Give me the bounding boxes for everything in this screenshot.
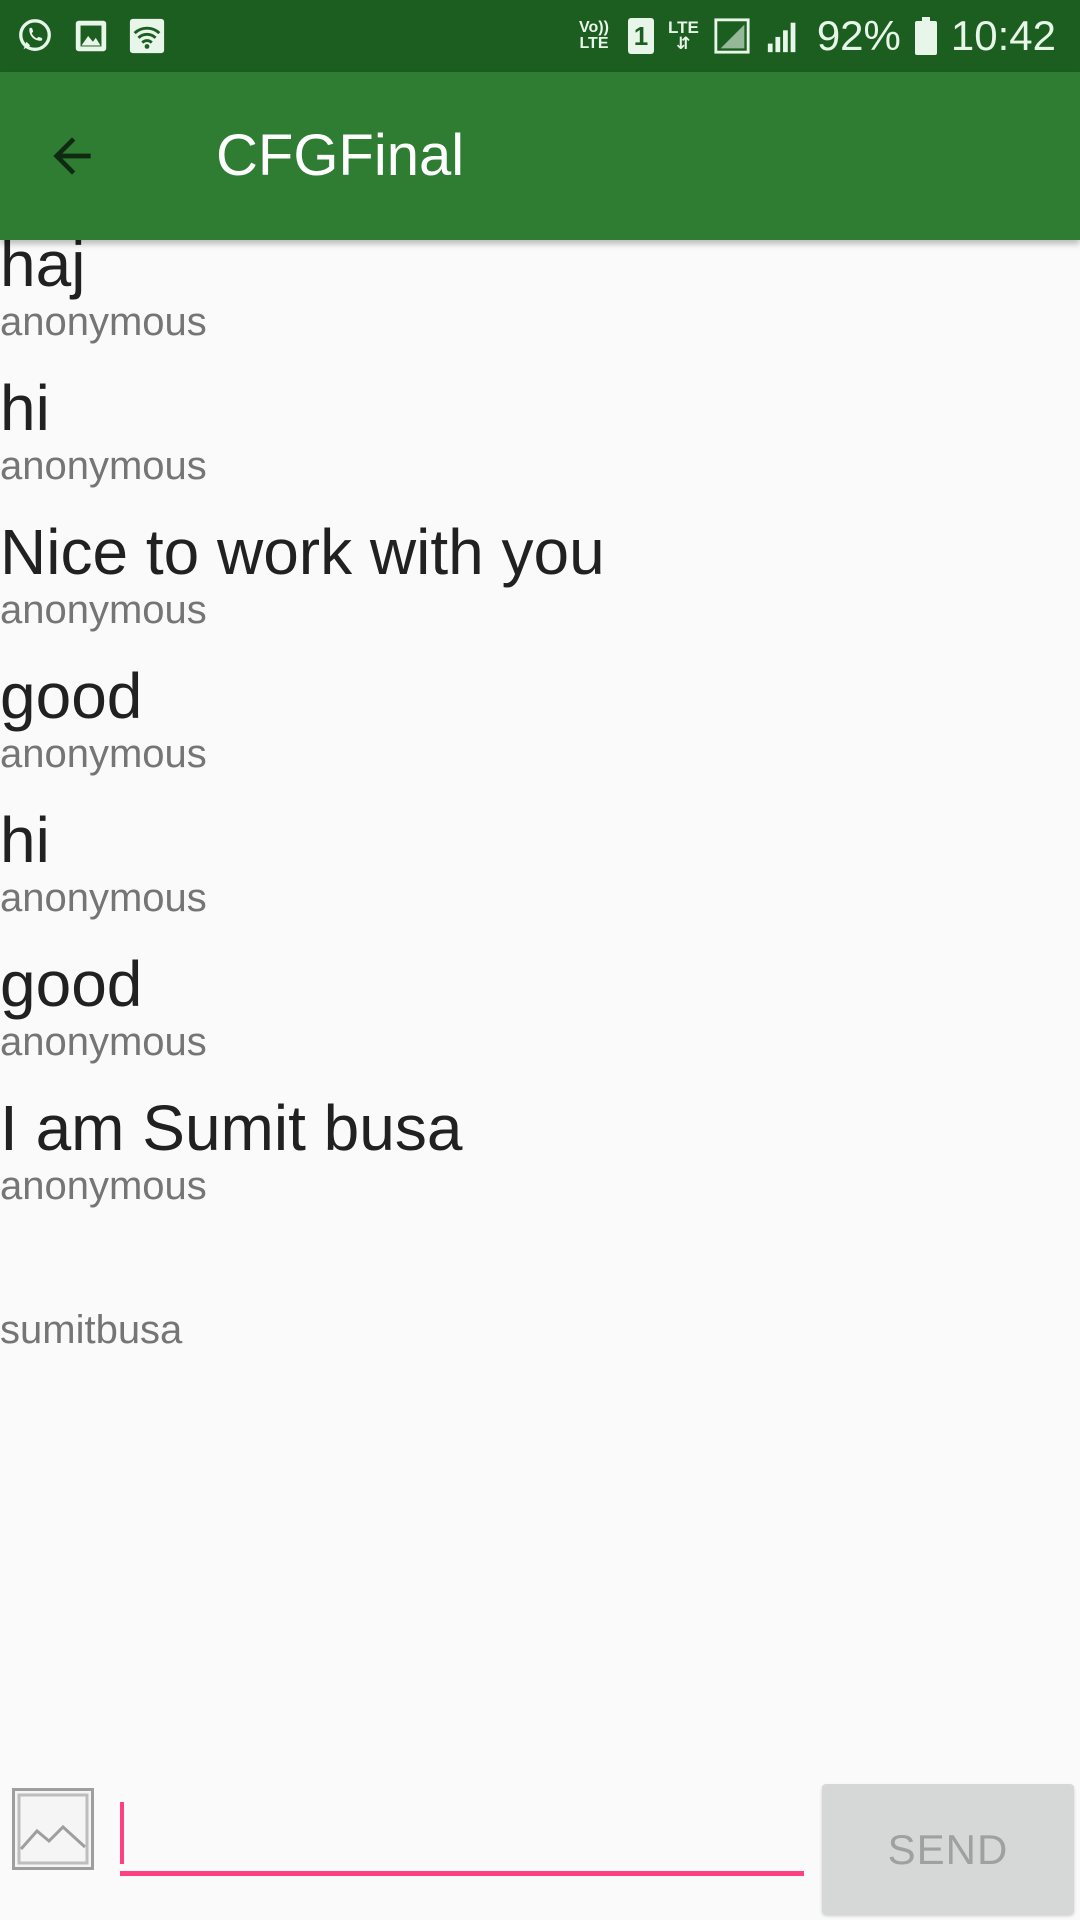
sim-slot-badge: 1 — [627, 18, 654, 54]
message-composer: SEND — [0, 1770, 1080, 1920]
message-text: good — [0, 948, 143, 1020]
send-button[interactable]: SEND — [822, 1784, 1074, 1914]
list-item: I am Sumit busa anonymous — [0, 1092, 1080, 1208]
list-item: Nice to work with you anonymous — [0, 516, 1080, 632]
message-author: anonymous — [0, 1020, 207, 1064]
battery-percent: 92% — [816, 12, 901, 59]
message-input[interactable] — [120, 1780, 804, 1876]
message-author: sumitbusa — [0, 1308, 183, 1352]
message-list-content: haj anonymous hi anonymous Nice to work … — [0, 240, 1080, 1352]
list-item: good anonymous — [0, 660, 1080, 776]
data-arrows-icon: ⇵ — [676, 34, 691, 53]
arrow-left-icon — [53, 137, 91, 175]
message-text: haj — [0, 240, 86, 300]
sim-signal-icon — [714, 18, 750, 54]
app-bar: CFGFinal — [0, 72, 1080, 240]
list-item: hi anonymous — [0, 372, 1080, 488]
message-text: hi — [0, 804, 50, 876]
status-bar: Vo)) LTE 1 LTE ⇵ 92% 10:42 — [0, 0, 1080, 72]
list-item: sumitbusa — [0, 1236, 1080, 1352]
list-item: haj anonymous — [0, 240, 1080, 344]
system-indicators: Vo)) LTE 1 LTE ⇵ 92% 10:42 — [574, 10, 1056, 62]
list-item: good anonymous — [0, 948, 1080, 1064]
message-text: Nice to work with you — [0, 516, 605, 588]
text-cursor — [120, 1802, 124, 1864]
message-text — [0, 1236, 1080, 1308]
message-list[interactable]: haj anonymous hi anonymous Nice to work … — [0, 240, 1080, 1770]
gallery-icon — [75, 20, 107, 52]
message-author: anonymous — [0, 444, 207, 488]
wifi-icon — [129, 18, 165, 54]
signal-bars-icon — [767, 22, 796, 53]
volte-indicator: Vo)) LTE — [579, 19, 609, 52]
clock: 10:42 — [950, 12, 1056, 59]
message-author: anonymous — [0, 300, 207, 344]
message-text: I am Sumit busa — [0, 1092, 463, 1164]
message-author: anonymous — [0, 588, 207, 632]
message-author: anonymous — [0, 732, 207, 776]
image-picker-icon — [17, 1793, 89, 1865]
page-title: CFGFinal — [216, 123, 465, 188]
notification-icons — [16, 14, 166, 58]
data-activity-indicator: LTE ⇵ — [667, 18, 699, 53]
list-item: hi anonymous — [0, 804, 1080, 920]
message-text: good — [0, 660, 143, 732]
message-author: anonymous — [0, 876, 207, 920]
photo-picker-button[interactable] — [12, 1788, 94, 1870]
battery-icon — [914, 17, 937, 55]
back-button[interactable] — [36, 120, 108, 192]
message-text: hi — [0, 372, 50, 444]
whatsapp-icon — [19, 19, 51, 51]
message-author: anonymous — [0, 1164, 207, 1208]
